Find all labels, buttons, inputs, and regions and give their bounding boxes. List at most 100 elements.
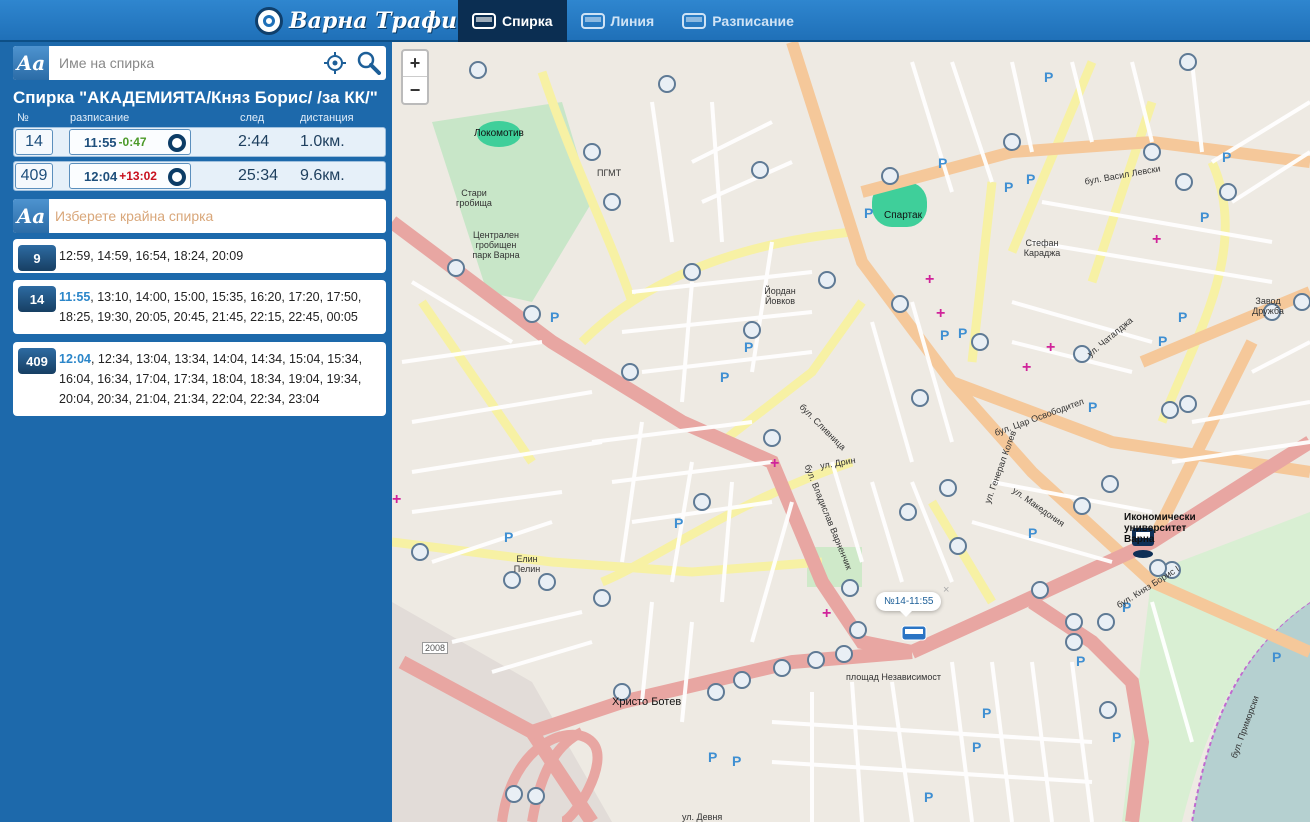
arrival-delay: +13:02	[119, 169, 157, 183]
arrival-row[interactable]: 409 12:04 +13:02 25:34 9.6км.	[13, 161, 386, 191]
svg-text:P: P	[1200, 209, 1209, 225]
map-label: Йордан Йовков	[764, 286, 796, 306]
svg-text:P: P	[972, 739, 981, 755]
map-label: Христо Ботев	[612, 696, 682, 708]
map-label: Стари гробища	[456, 188, 492, 208]
svg-text:P: P	[1178, 309, 1187, 325]
road-shield: 2008	[422, 642, 449, 654]
map-label: Завод Дружба	[1252, 296, 1284, 316]
svg-text:P: P	[550, 309, 559, 325]
svg-text:+: +	[1022, 359, 1031, 376]
arrival-after: 2:44	[238, 133, 270, 150]
svg-text:P: P	[504, 529, 513, 545]
times-list: 12:59, 14:59, 16:54, 18:24, 20:09	[59, 249, 244, 263]
main-nav: Спирка Линия Разписание	[458, 0, 808, 42]
arrival-time-value: 12:04	[84, 168, 118, 184]
popup-text: №14-11:55	[884, 596, 934, 607]
svg-text:P: P	[732, 753, 741, 769]
schedule-card: 14 11:55, 13:10, 14:00, 15:00, 15:35, 16…	[13, 280, 386, 334]
svg-text:P: P	[1004, 179, 1013, 195]
svg-text:P: P	[1076, 653, 1085, 669]
arrival-time[interactable]: 11:55 -0:47	[69, 129, 191, 155]
map-label: Икономически университет Варна	[1124, 512, 1196, 545]
svg-text:P: P	[958, 325, 967, 341]
col-num: №	[17, 112, 29, 124]
svg-text:+: +	[822, 605, 831, 622]
arrival-delay: -0:47	[118, 135, 147, 149]
tab-stop[interactable]: Спирка	[458, 0, 567, 42]
bus-popup[interactable]: №14-11:55 ×	[876, 584, 949, 617]
svg-text:P: P	[708, 749, 717, 765]
svg-text:+: +	[1152, 231, 1161, 248]
arrival-time-value: 11:55	[84, 134, 117, 150]
line-badge[interactable]: 14	[18, 286, 56, 312]
locate-button[interactable]	[318, 46, 352, 80]
sidebar: Aa Спирка "АКАДЕМИЯТА/Княз Борис/ /за КК…	[0, 42, 392, 822]
map-view[interactable]: PPP PPP PPP PPP PPP PPP PPP PPP PPP + + + …	[392, 42, 1310, 822]
track-icon[interactable]	[168, 168, 186, 186]
app-logo[interactable]: Варна Трафик	[255, 5, 472, 37]
arrival-after: 25:34	[238, 167, 279, 184]
end-stop-input[interactable]: Изберете крайна спирка	[55, 208, 213, 224]
svg-text:+: +	[770, 455, 779, 472]
tab-stop-label: Спирка	[502, 13, 553, 29]
arrival-line[interactable]: 409	[15, 163, 53, 189]
zoom-in-button[interactable]: +	[403, 51, 427, 77]
line-badge[interactable]: 409	[18, 348, 56, 374]
map-label: ПГМТ	[597, 168, 622, 178]
svg-text:P: P	[982, 705, 991, 721]
svg-text:P: P	[1044, 69, 1053, 85]
schedule-card: 409 12:04, 12:34, 13:04, 13:34, 14:04, 1…	[13, 342, 386, 416]
arrival-row[interactable]: 14 11:55 -0:47 2:44 1.0км.	[13, 127, 386, 157]
schedule-card: 9 12:59, 14:59, 16:54, 18:24, 20:09	[13, 239, 386, 273]
svg-text:P: P	[1088, 399, 1097, 415]
schedule-times: 12:04, 12:34, 13:04, 13:34, 14:04, 14:34…	[59, 349, 379, 409]
schedule-times: 12:59, 14:59, 16:54, 18:24, 20:09	[59, 246, 379, 266]
search-button[interactable]	[352, 46, 386, 80]
svg-text:P: P	[938, 155, 947, 171]
line-badge[interactable]: 9	[18, 245, 56, 271]
tab-line[interactable]: Линия	[567, 0, 669, 42]
crosshair-icon	[324, 52, 346, 74]
popup-close-button[interactable]: ×	[943, 584, 949, 596]
arrivals-header: № разписание след дистанция	[13, 112, 386, 125]
stop-search-bar: Aa	[13, 46, 386, 80]
tab-line-label: Линия	[610, 13, 655, 29]
col-distance: дистанция	[300, 112, 354, 124]
map-label: Централен гробищен парк Варна	[472, 230, 520, 260]
times-list: , 13:10, 14:00, 15:00, 15:35, 16:20, 17:…	[59, 290, 362, 324]
stop-search-input[interactable]	[49, 48, 318, 78]
arrival-distance: 9.6км.	[300, 167, 345, 184]
svg-text:P: P	[674, 515, 683, 531]
zoom-out-button[interactable]: −	[403, 77, 427, 103]
tab-schedule[interactable]: Разписание	[668, 0, 808, 42]
search-icon	[357, 51, 381, 75]
arrival-line[interactable]: 14	[15, 129, 53, 155]
bus-vehicle-icon	[901, 625, 927, 641]
svg-text:+: +	[392, 491, 401, 508]
arrival-distance: 1.0км.	[300, 133, 345, 150]
map-canvas[interactable]: PPP PPP PPP PPP P PP PPP PPP PPP PPP +++ …	[392, 42, 1310, 822]
col-after: след	[240, 112, 265, 124]
app-title: Варна Трафик	[289, 8, 472, 34]
svg-text:+: +	[925, 271, 934, 288]
svg-text:P: P	[1112, 729, 1121, 745]
svg-text:P: P	[1026, 171, 1035, 187]
svg-text:P: P	[1158, 333, 1167, 349]
arrival-time[interactable]: 12:04 +13:02	[69, 163, 191, 189]
track-icon[interactable]	[168, 134, 186, 152]
tab-schedule-label: Разписание	[712, 13, 794, 29]
svg-text:P: P	[744, 339, 753, 355]
svg-text:P: P	[720, 369, 729, 385]
logo-icon	[255, 7, 283, 35]
keyboard-layout-toggle[interactable]: Aa	[13, 199, 49, 233]
bus-icon	[580, 13, 605, 29]
svg-text:+: +	[1046, 339, 1055, 356]
top-bar: Варна Трафик Спирка Линия Разписание	[0, 0, 1310, 42]
keyboard-layout-toggle[interactable]: Aa	[13, 46, 49, 80]
svg-text:P: P	[1028, 525, 1037, 541]
map-label: Локомотив	[474, 128, 524, 139]
svg-text:+: +	[936, 305, 945, 322]
stop-title: Спирка "АКАДЕМИЯТА/Княз Борис/ /за КК/"	[13, 88, 378, 107]
bus-icon	[682, 13, 707, 29]
